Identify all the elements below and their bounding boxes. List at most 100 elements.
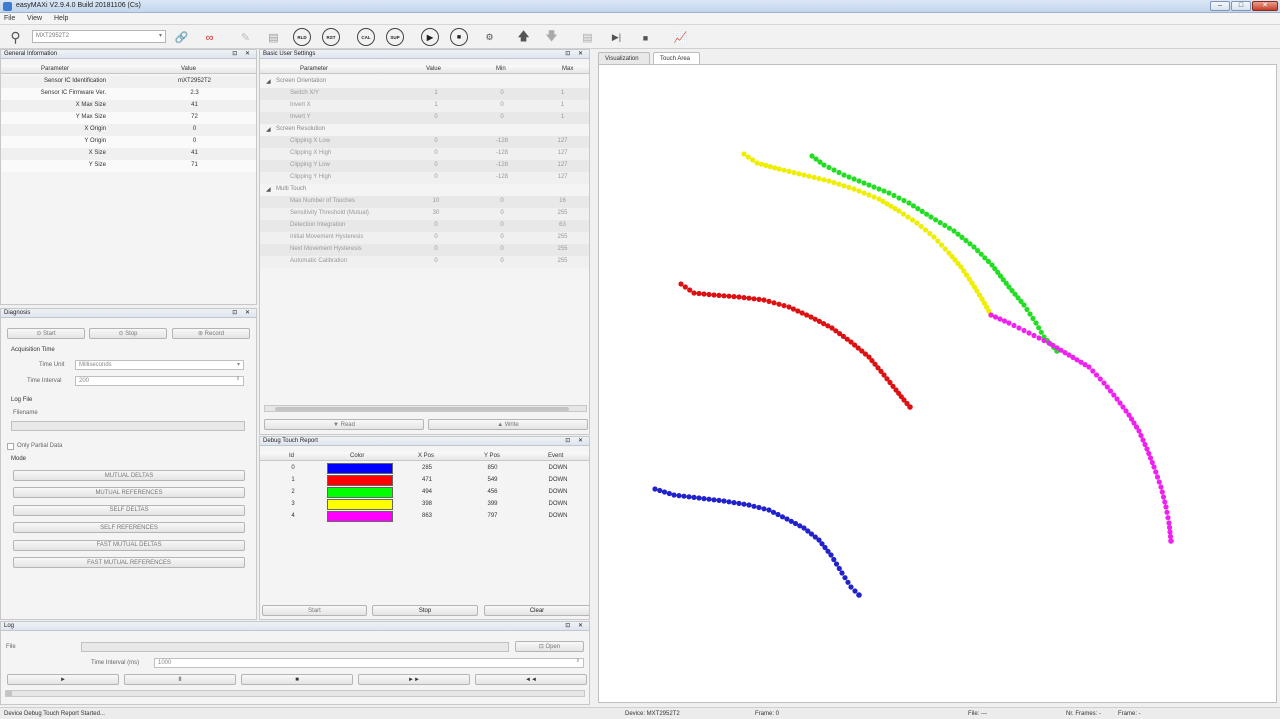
report-clear-button[interactable]: Clear — [484, 605, 589, 616]
param-value[interactable]: 0 — [402, 150, 470, 156]
config-icon[interactable]: ▤ — [264, 28, 283, 47]
menu-help[interactable]: Help — [54, 15, 68, 22]
chart-icon[interactable]: 📈 — [671, 28, 690, 47]
menu-file[interactable]: File — [4, 15, 15, 22]
panel-dock-close-icon[interactable]: ⊡ ✕ — [565, 437, 586, 444]
only-partial-checkbox[interactable] — [7, 443, 14, 450]
read-button[interactable]: ▼ Read — [264, 419, 424, 430]
param-value[interactable]: 0 — [402, 234, 470, 240]
supervise-button[interactable]: SUP — [386, 28, 404, 46]
halt-icon[interactable]: ■ — [636, 28, 655, 47]
time-unit-select[interactable]: Milliseconds ▾ — [75, 360, 244, 370]
write-button[interactable]: ▲ Write — [428, 419, 588, 430]
log-control-button[interactable]: II — [124, 674, 236, 685]
table-row[interactable]: Sensor IC Firmware Ver. 2.3 — [1, 88, 256, 100]
stop-icon[interactable]: ■ — [450, 28, 468, 46]
param-value[interactable]: 0 — [402, 258, 470, 264]
log-interval-input[interactable]: 1000 ⇕ — [154, 658, 584, 668]
col-max[interactable]: Max — [534, 65, 589, 74]
table-row[interactable]: Sensor IC Identification mXT2952T2 — [1, 76, 256, 88]
table-row[interactable]: 4 863 797 DOWN — [260, 511, 589, 523]
table-row[interactable]: Automatic Calibration 0 0 255 — [260, 256, 589, 268]
expand-arrow-icon[interactable]: ◢ — [266, 186, 271, 193]
col-xpos[interactable]: X Pos — [394, 452, 460, 461]
panel-dock-close-icon[interactable]: ⊡ ✕ — [232, 50, 253, 57]
log-open-button[interactable]: ⊡ Open — [515, 641, 584, 652]
expand-arrow-icon[interactable]: ◢ — [266, 78, 271, 85]
table-row[interactable]: Y Size 71 — [1, 160, 256, 172]
param-value[interactable]: 0 — [402, 222, 470, 228]
spinner-icon[interactable]: ⇕ — [236, 376, 240, 382]
table-row[interactable]: 1 471 549 DOWN — [260, 475, 589, 487]
arrow-down-icon[interactable]: 🡇 — [542, 28, 561, 47]
tab-visualization[interactable]: Visualization — [598, 52, 650, 64]
mode-button-mutual-references[interactable]: MUTUAL REFERENCES — [13, 487, 245, 499]
arrow-up-icon[interactable]: 🡅 — [514, 28, 533, 47]
diag-start-button[interactable]: ⊙ Start — [7, 328, 85, 339]
step-icon[interactable]: ▶| — [607, 28, 626, 47]
table-row[interactable]: Y Max Size 72 — [1, 112, 256, 124]
spinner-icon[interactable]: ⇕ — [576, 658, 580, 664]
param-value[interactable]: 1 — [402, 90, 470, 96]
search-icon[interactable]: ⚲ — [6, 28, 25, 47]
table-row[interactable]: Next Movement Hysteresis 0 0 255 — [260, 244, 589, 256]
mode-button-self-references[interactable]: SELF REFERENCES — [13, 522, 245, 534]
param-value[interactable]: 0 — [402, 174, 470, 180]
reset-button[interactable]: RST — [322, 28, 340, 46]
report-start-button[interactable]: Start — [262, 605, 367, 616]
param-value[interactable]: 10 — [402, 198, 470, 204]
table-row[interactable]: Max Number of Touches 10 0 16 — [260, 196, 589, 208]
maximize-button[interactable]: □ — [1231, 1, 1251, 11]
mode-button-fast-mutual-references[interactable]: FAST MUTUAL REFERENCES — [13, 557, 245, 568]
panel-dock-close-icon[interactable]: ⊡ ✕ — [232, 309, 253, 316]
table-row[interactable]: Clipping Y Low 0 -128 127 — [260, 160, 589, 172]
log-control-button[interactable]: ► — [7, 674, 119, 685]
report-stop-button[interactable]: Stop — [372, 605, 478, 616]
table-row[interactable]: Invert X 1 0 1 — [260, 100, 589, 112]
minimize-button[interactable]: – — [1210, 1, 1230, 11]
log-control-button[interactable]: ■ — [241, 674, 353, 685]
time-interval-input[interactable]: 200 ⇕ — [75, 376, 244, 386]
log-progress-thumb[interactable] — [6, 691, 12, 696]
calibrate-button[interactable]: CAL — [357, 28, 375, 46]
mode-button-fast-mutual-deltas[interactable]: FAST MUTUAL DELTAS — [13, 539, 245, 551]
save-icon[interactable]: ▤ — [578, 28, 597, 47]
export-icon[interactable]: ✎ — [236, 28, 255, 47]
table-row[interactable]: 2 494 456 DOWN — [260, 487, 589, 499]
table-row[interactable]: X Max Size 41 — [1, 100, 256, 112]
reload-button[interactable]: RLD — [293, 28, 311, 46]
table-row[interactable]: Invert Y 0 0 1 — [260, 112, 589, 124]
settings-group[interactable]: ◢ Screen Resolution — [260, 124, 589, 136]
table-row[interactable]: Switch X/Y 1 0 1 — [260, 88, 589, 100]
log-progress-slider[interactable] — [5, 690, 585, 697]
table-row[interactable]: Clipping Y High 0 -128 127 — [260, 172, 589, 184]
mode-button-mutual-deltas[interactable]: MUTUAL DELTAS — [13, 470, 245, 481]
scrollbar-thumb[interactable] — [275, 407, 569, 411]
touch-area-canvas[interactable] — [598, 64, 1277, 703]
device-select[interactable]: MXT2952T2 ▾ — [32, 30, 166, 43]
panel-dock-close-icon[interactable]: ⊡ ✕ — [565, 622, 586, 629]
filename-input[interactable] — [11, 421, 245, 431]
param-value[interactable]: 0 — [402, 162, 470, 168]
log-control-button[interactable]: ◄◄ — [475, 674, 587, 685]
table-row[interactable]: Sensitivity Threshold (Mutual) 30 0 255 — [260, 208, 589, 220]
log-file-input[interactable] — [81, 642, 509, 652]
table-row[interactable]: X Size 41 — [1, 148, 256, 160]
horizontal-scrollbar[interactable] — [264, 405, 587, 412]
col-id[interactable]: Id — [260, 452, 326, 461]
param-value[interactable]: 1 — [402, 102, 470, 108]
log-control-button[interactable]: ►► — [358, 674, 470, 685]
table-row[interactable]: Clipping X Low 0 -128 127 — [260, 136, 589, 148]
col-ypos[interactable]: Y Pos — [460, 452, 525, 461]
connect-icon[interactable]: 🔗 — [172, 28, 191, 47]
col-event[interactable]: Event — [525, 452, 589, 461]
col-value[interactable]: Value — [402, 65, 470, 74]
diag-stop-button[interactable]: ⊙ Stop — [89, 328, 167, 339]
col-value[interactable]: Value — [131, 65, 256, 74]
col-color[interactable]: Color — [326, 452, 394, 461]
diag-record-button[interactable]: ⊛ Record — [172, 328, 250, 339]
param-value[interactable]: 0 — [402, 246, 470, 252]
table-row[interactable]: Clipping X High 0 -128 127 — [260, 148, 589, 160]
gear-icon[interactable]: ⚙ — [480, 28, 499, 47]
table-row[interactable]: X Origin 0 — [1, 124, 256, 136]
